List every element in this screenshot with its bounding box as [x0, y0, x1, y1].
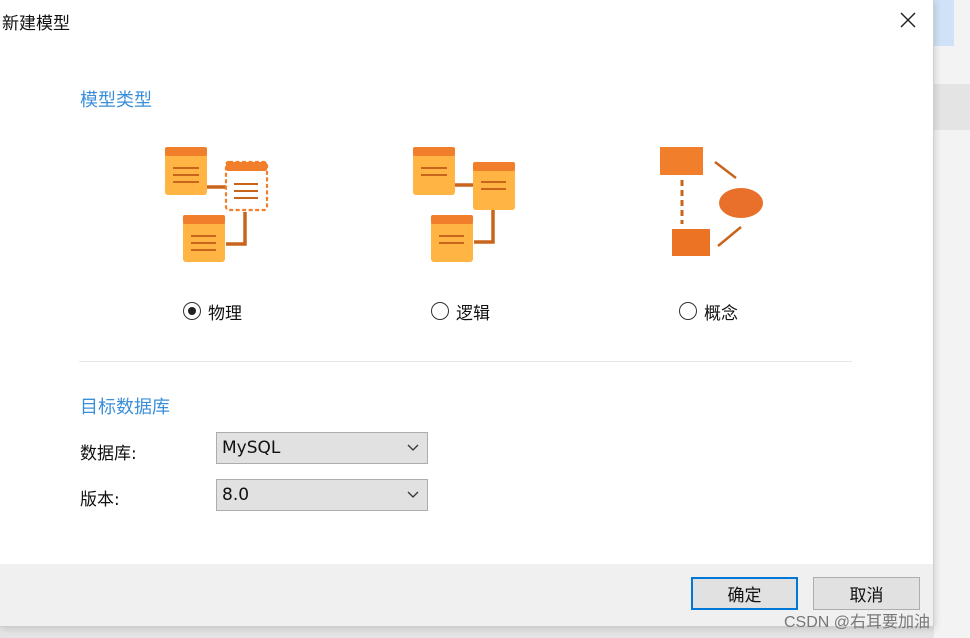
radio-label-logical: 逻辑 — [456, 303, 490, 324]
radio-label-physical: 物理 — [208, 303, 242, 324]
model-type-heading: 模型类型 — [80, 90, 152, 111]
section-divider — [79, 361, 852, 362]
chevron-down-icon — [407, 491, 419, 498]
close-icon — [900, 12, 916, 28]
dialog-title: 新建模型 — [2, 14, 70, 34]
cancel-button[interactable]: 取消 — [813, 577, 920, 610]
radio-logical[interactable]: 逻辑 — [431, 300, 490, 324]
new-model-dialog: 新建模型 模型类型 物理 逻辑 概念 目标数据库 数据库: MySQL 版本: … — [0, 0, 934, 627]
database-select[interactable]: MySQL — [216, 432, 428, 464]
radio-button[interactable] — [679, 302, 697, 320]
logical-model-icon[interactable] — [408, 140, 528, 265]
radio-physical[interactable]: 物理 — [183, 300, 242, 324]
radio-button[interactable] — [431, 302, 449, 320]
background-window-highlight — [934, 0, 954, 46]
conceptual-model-icon[interactable] — [655, 140, 775, 265]
close-button[interactable] — [892, 4, 924, 36]
radio-conceptual[interactable]: 概念 — [679, 300, 738, 324]
physical-model-icon[interactable] — [160, 140, 280, 265]
target-database-heading: 目标数据库 — [80, 397, 170, 418]
database-label: 数据库: — [80, 444, 137, 464]
ok-button[interactable]: 确定 — [691, 577, 798, 610]
version-label: 版本: — [80, 490, 120, 510]
version-select-value: 8.0 — [222, 485, 250, 505]
watermark-text: CSDN @右耳要加油 — [784, 614, 931, 631]
version-select[interactable]: 8.0 — [216, 479, 428, 511]
background-window-bar — [934, 84, 970, 130]
radio-label-conceptual: 概念 — [704, 303, 738, 324]
chevron-down-icon — [407, 444, 419, 451]
radio-button-checked[interactable] — [183, 302, 201, 320]
database-select-value: MySQL — [222, 438, 281, 458]
